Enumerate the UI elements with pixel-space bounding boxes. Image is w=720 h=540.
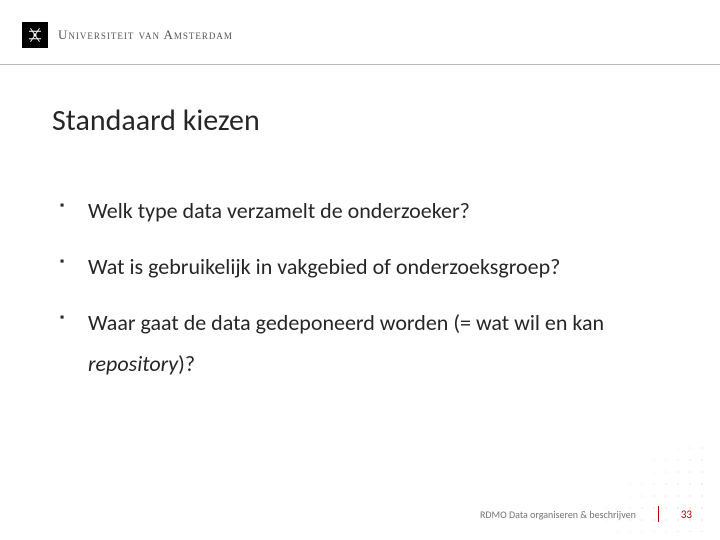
university-name: Universiteit van Amsterdam <box>58 27 233 43</box>
slide-title: Standaard kiezen <box>52 102 260 139</box>
bullet-text-pre: Waar gaat de data gedeponeerd worden (= … <box>88 309 604 336</box>
list-item: Waar gaat de data gedeponeerd worden (= … <box>60 302 660 386</box>
footer: RDMO Data organiseren & beschrijven 33 <box>480 506 692 522</box>
list-item: Wat is gebruikelijk in vakgebied of onde… <box>60 246 660 288</box>
header-rule <box>0 64 720 65</box>
bullet-text: Wat is gebruikelijk in vakgebied of onde… <box>88 253 560 280</box>
footer-divider <box>658 506 659 522</box>
bullet-text: Welk type data verzamelt de onderzoeker? <box>88 197 470 224</box>
list-item: Welk type data verzamelt de onderzoeker? <box>60 190 660 232</box>
bullet-list: Welk type data verzamelt de onderzoeker?… <box>60 190 660 399</box>
footer-label: RDMO Data organiseren & beschrijven <box>480 508 636 521</box>
bullet-text-italic: repository <box>88 350 178 377</box>
page-number: 33 <box>681 508 692 521</box>
header: Universiteit van Amsterdam <box>22 22 698 48</box>
bullet-text-post: )? <box>178 350 195 377</box>
slide: Universiteit van Amsterdam Standaard kie… <box>0 0 720 540</box>
uva-logo-icon <box>22 22 48 48</box>
